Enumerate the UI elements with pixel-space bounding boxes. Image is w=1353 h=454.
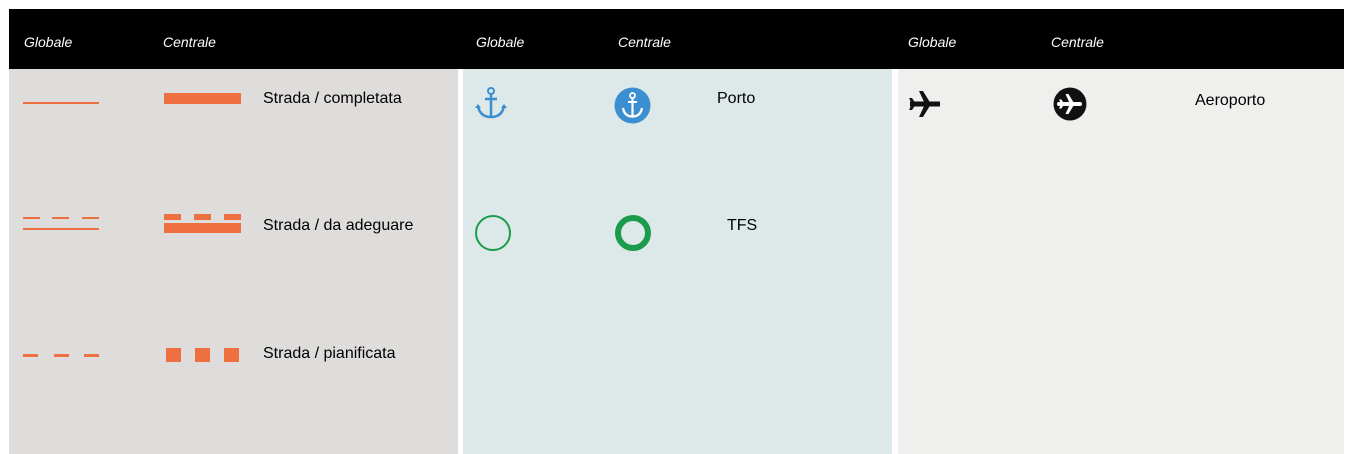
road-completed-global-icon <box>23 102 99 104</box>
airport-legend-panel: Aeroporto <box>898 69 1344 454</box>
road-upgrade-global-icon <box>23 217 99 230</box>
header-centrale-label: Centrale <box>163 34 216 50</box>
anchor-circle-icon <box>614 87 651 124</box>
roads-legend-panel: Strada / completata Strada / da adeguare… <box>9 69 458 454</box>
airplane-icon <box>909 91 940 117</box>
header-globale-label: Globale <box>908 34 957 50</box>
road-planned-label: Strada / pianificata <box>263 345 396 362</box>
road-completed-central-icon <box>164 93 241 104</box>
anchor-icon <box>475 87 507 119</box>
road-upgrade-label: Strada / da adeguare <box>263 217 414 234</box>
road-completed-label: Strada / completata <box>263 90 402 107</box>
road-planned-central-icon <box>166 348 239 362</box>
ports-legend-panel: Porto TFS <box>463 69 892 454</box>
airplane-circle-icon <box>1053 87 1087 121</box>
road-upgrade-central-icon <box>164 214 241 233</box>
port-label: Porto <box>717 90 756 107</box>
header-centrale-label: Centrale <box>618 34 671 50</box>
tfs-label: TFS <box>727 217 758 234</box>
tfs-ring-central-icon <box>615 215 651 251</box>
tfs-ring-global-icon <box>475 215 511 251</box>
header-centrale-label: Centrale <box>1051 34 1104 50</box>
legend-header: Globale Centrale Globale Centrale Global… <box>9 9 1344 69</box>
header-globale-label: Globale <box>476 34 525 50</box>
road-planned-global-icon <box>23 354 99 357</box>
airport-label: Aeroporto <box>1195 92 1266 109</box>
header-globale-label: Globale <box>24 34 73 50</box>
